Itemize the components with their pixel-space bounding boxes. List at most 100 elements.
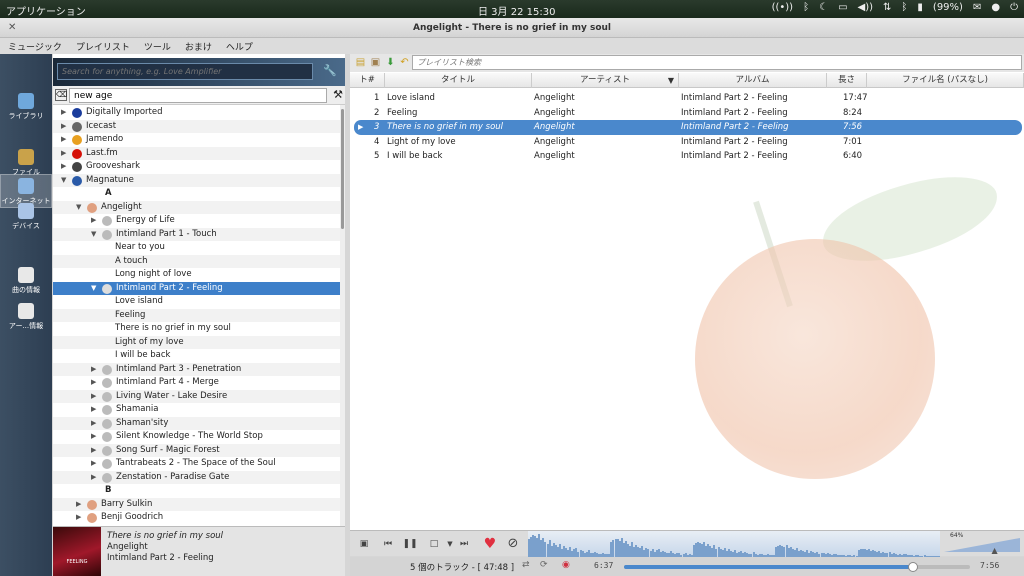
shuffle-icon[interactable]: ⇄ xyxy=(522,560,530,570)
tree-item[interactable]: There is no grief in my soul xyxy=(53,322,340,336)
collapse-arrow-icon[interactable]: ▼ xyxy=(76,201,81,215)
expand-arrow-icon[interactable]: ▶ xyxy=(91,403,96,417)
now-playing-widget[interactable]: FEELING There is no grief in my soul Ang… xyxy=(53,526,345,576)
expand-arrow-icon[interactable]: ▶ xyxy=(91,417,96,431)
menu-playlist[interactable]: プレイリスト xyxy=(76,40,130,53)
tree-item[interactable]: A touch xyxy=(53,254,340,268)
clear-filter-icon[interactable]: ⌫ xyxy=(55,89,67,101)
filter-input[interactable] xyxy=(69,88,327,103)
battery-icon[interactable]: ▮ xyxy=(917,2,923,13)
undo-icon[interactable]: ↶ xyxy=(398,56,411,69)
network-icon[interactable]: ▭ xyxy=(838,2,847,13)
transfer-icon[interactable]: ⇅ xyxy=(883,2,891,13)
tree-item[interactable]: ▶ Living Water - Lake Desire xyxy=(53,389,340,403)
spectrum-analyzer[interactable] xyxy=(528,531,940,557)
applications-menu[interactable]: アプリケーション xyxy=(6,3,86,18)
column-filename[interactable]: ファイル名 (パスなし) xyxy=(867,73,1024,88)
menu-help[interactable]: ヘルプ xyxy=(226,40,253,53)
tree-item[interactable]: ▶ Barry Sulkin xyxy=(53,497,340,512)
tree-item[interactable]: ▶ Silent Knowledge - The World Stop xyxy=(53,430,340,444)
tree-item[interactable]: ▼ Angelight xyxy=(53,200,340,215)
volume-icon[interactable]: ◀)) xyxy=(858,2,874,13)
expand-arrow-icon[interactable]: ▶ xyxy=(91,430,96,444)
tree-item[interactable]: ▶ Song Surf - Magic Forest xyxy=(53,443,340,458)
tab-artist-info[interactable]: アー...情報 xyxy=(0,300,52,334)
tree-item[interactable]: ▶ Energy of Life xyxy=(53,214,340,228)
lastfm-scrobble-icon[interactable]: ◉ xyxy=(562,560,570,570)
stop-after-icon[interactable]: ▣ xyxy=(356,536,372,552)
tree-item[interactable]: I will be back xyxy=(53,349,340,363)
tab-device[interactable]: デバイス xyxy=(0,200,52,234)
column-track-number[interactable]: ト# xyxy=(350,73,385,88)
expand-arrow-icon[interactable]: ▶ xyxy=(76,511,81,525)
expand-arrow-icon[interactable]: ▶ xyxy=(61,133,66,147)
playlist-search-input[interactable] xyxy=(412,55,1022,70)
bluetooth-icon[interactable]: ᛒ xyxy=(803,2,809,13)
expand-arrow-icon[interactable]: ▶ xyxy=(76,498,81,512)
save-playlist-icon[interactable]: ⬇ xyxy=(384,56,397,69)
open-playlist-icon[interactable]: ▣ xyxy=(369,56,382,69)
album-cover[interactable]: FEELING xyxy=(53,527,101,576)
collapse-arrow-icon[interactable]: ▼ xyxy=(61,174,66,188)
ban-icon[interactable]: ⊘ xyxy=(505,536,521,552)
mail-icon[interactable]: ✉ xyxy=(973,2,981,13)
column-title[interactable]: タイトル xyxy=(385,73,532,88)
tree-item[interactable]: ▼ Magnatune xyxy=(53,173,340,188)
tree-item[interactable]: Long night of love xyxy=(53,268,340,282)
wireless-icon[interactable]: ((•)) xyxy=(772,2,794,13)
tree-scrollbar-thumb[interactable] xyxy=(341,109,344,229)
expand-arrow-icon[interactable]: ▶ xyxy=(61,106,66,120)
pause-button[interactable]: ❚❚ xyxy=(402,536,418,552)
collapse-arrow-icon[interactable]: ▼ xyxy=(91,228,96,242)
expand-arrow-icon[interactable]: ▶ xyxy=(91,457,96,471)
playlist-row[interactable]: 1 Love island Angelight Intimland Part 2 - … xyxy=(350,91,1024,106)
tree-item[interactable]: ▶ Jamendo xyxy=(53,133,340,147)
system-clock[interactable]: 日 3月 22 15:30 xyxy=(478,3,555,18)
volume-slider[interactable]: 64% ▲ xyxy=(944,532,1024,556)
tree-item[interactable]: Love island xyxy=(53,295,340,309)
expand-arrow-icon[interactable]: ▶ xyxy=(61,160,66,174)
filter-options-icon[interactable]: ⚒ xyxy=(333,88,343,101)
expand-arrow-icon[interactable]: ▶ xyxy=(61,120,66,134)
collapse-arrow-icon[interactable]: ▼ xyxy=(91,282,96,296)
tree-item[interactable]: ▶ Tantrabeats 2 - The Space of the Soul xyxy=(53,457,340,471)
global-search-input[interactable] xyxy=(57,63,313,80)
search-settings-icon[interactable]: 🔧 xyxy=(323,64,337,77)
volume-knob[interactable]: ▲ xyxy=(992,546,998,555)
seek-bar-knob[interactable] xyxy=(907,562,918,572)
tree-item[interactable]: ▶ Intimland Part 3 - Penetration xyxy=(53,362,340,377)
expand-arrow-icon[interactable]: ▶ xyxy=(91,376,96,390)
tree-item[interactable]: ▶ Intimland Part 4 - Merge xyxy=(53,376,340,390)
seek-bar[interactable] xyxy=(624,562,970,572)
expand-arrow-icon[interactable]: ▶ xyxy=(91,363,96,377)
expand-arrow-icon[interactable]: ▶ xyxy=(91,471,96,485)
tree-item[interactable]: Feeling xyxy=(53,308,340,322)
expand-arrow-icon[interactable]: ▶ xyxy=(91,444,96,458)
tree-item[interactable]: ▶ Icecast xyxy=(53,119,340,134)
next-track-button[interactable]: ⏭ xyxy=(456,536,472,552)
tree-item[interactable]: ▶ Last.fm xyxy=(53,146,340,160)
tree-item[interactable]: ▶ Shaman'sity xyxy=(53,416,340,431)
previous-track-button[interactable]: ⏮ xyxy=(380,536,396,552)
stop-button[interactable]: □ xyxy=(426,536,442,552)
playlist-row[interactable]: 4 Light of my love Angelight Intimland Part… xyxy=(350,135,1024,150)
tree-item[interactable]: ▶ Shamania xyxy=(53,403,340,417)
bluetooth-status-icon[interactable]: ᛒ xyxy=(901,2,907,13)
tree-item[interactable]: ▶ Grooveshark xyxy=(53,160,340,174)
playlist-row[interactable]: 5 I will be back Angelight Intimland Part 2… xyxy=(350,149,1024,164)
tree-item[interactable]: Near to you xyxy=(53,241,340,255)
menu-tools[interactable]: ツール xyxy=(144,40,171,53)
tree-letter-header[interactable]: B xyxy=(53,484,340,498)
column-album[interactable]: アルバム xyxy=(679,73,827,88)
tree-item[interactable]: ▶ Digitally Imported xyxy=(53,106,340,120)
tab-song-info[interactable]: 曲の情報 xyxy=(0,264,52,298)
tree-item[interactable]: ▼ Intimland Part 1 - Touch xyxy=(53,227,340,242)
playlist-row[interactable]: 2 Feeling Angelight Intimland Part 2 - Feel… xyxy=(350,106,1024,121)
tree-item[interactable]: ▶ Zenstation - Paradise Gate xyxy=(53,470,340,485)
tree-letter-header[interactable]: A xyxy=(53,187,340,201)
tree-item[interactable]: ▶ Benji Goodrich xyxy=(53,511,340,525)
power-icon[interactable]: ⏻ xyxy=(1010,2,1018,13)
menu-music[interactable]: ミュージック xyxy=(8,40,62,53)
love-heart-icon[interactable]: ♥ xyxy=(482,536,498,552)
tree-item[interactable]: Light of my love xyxy=(53,335,340,349)
